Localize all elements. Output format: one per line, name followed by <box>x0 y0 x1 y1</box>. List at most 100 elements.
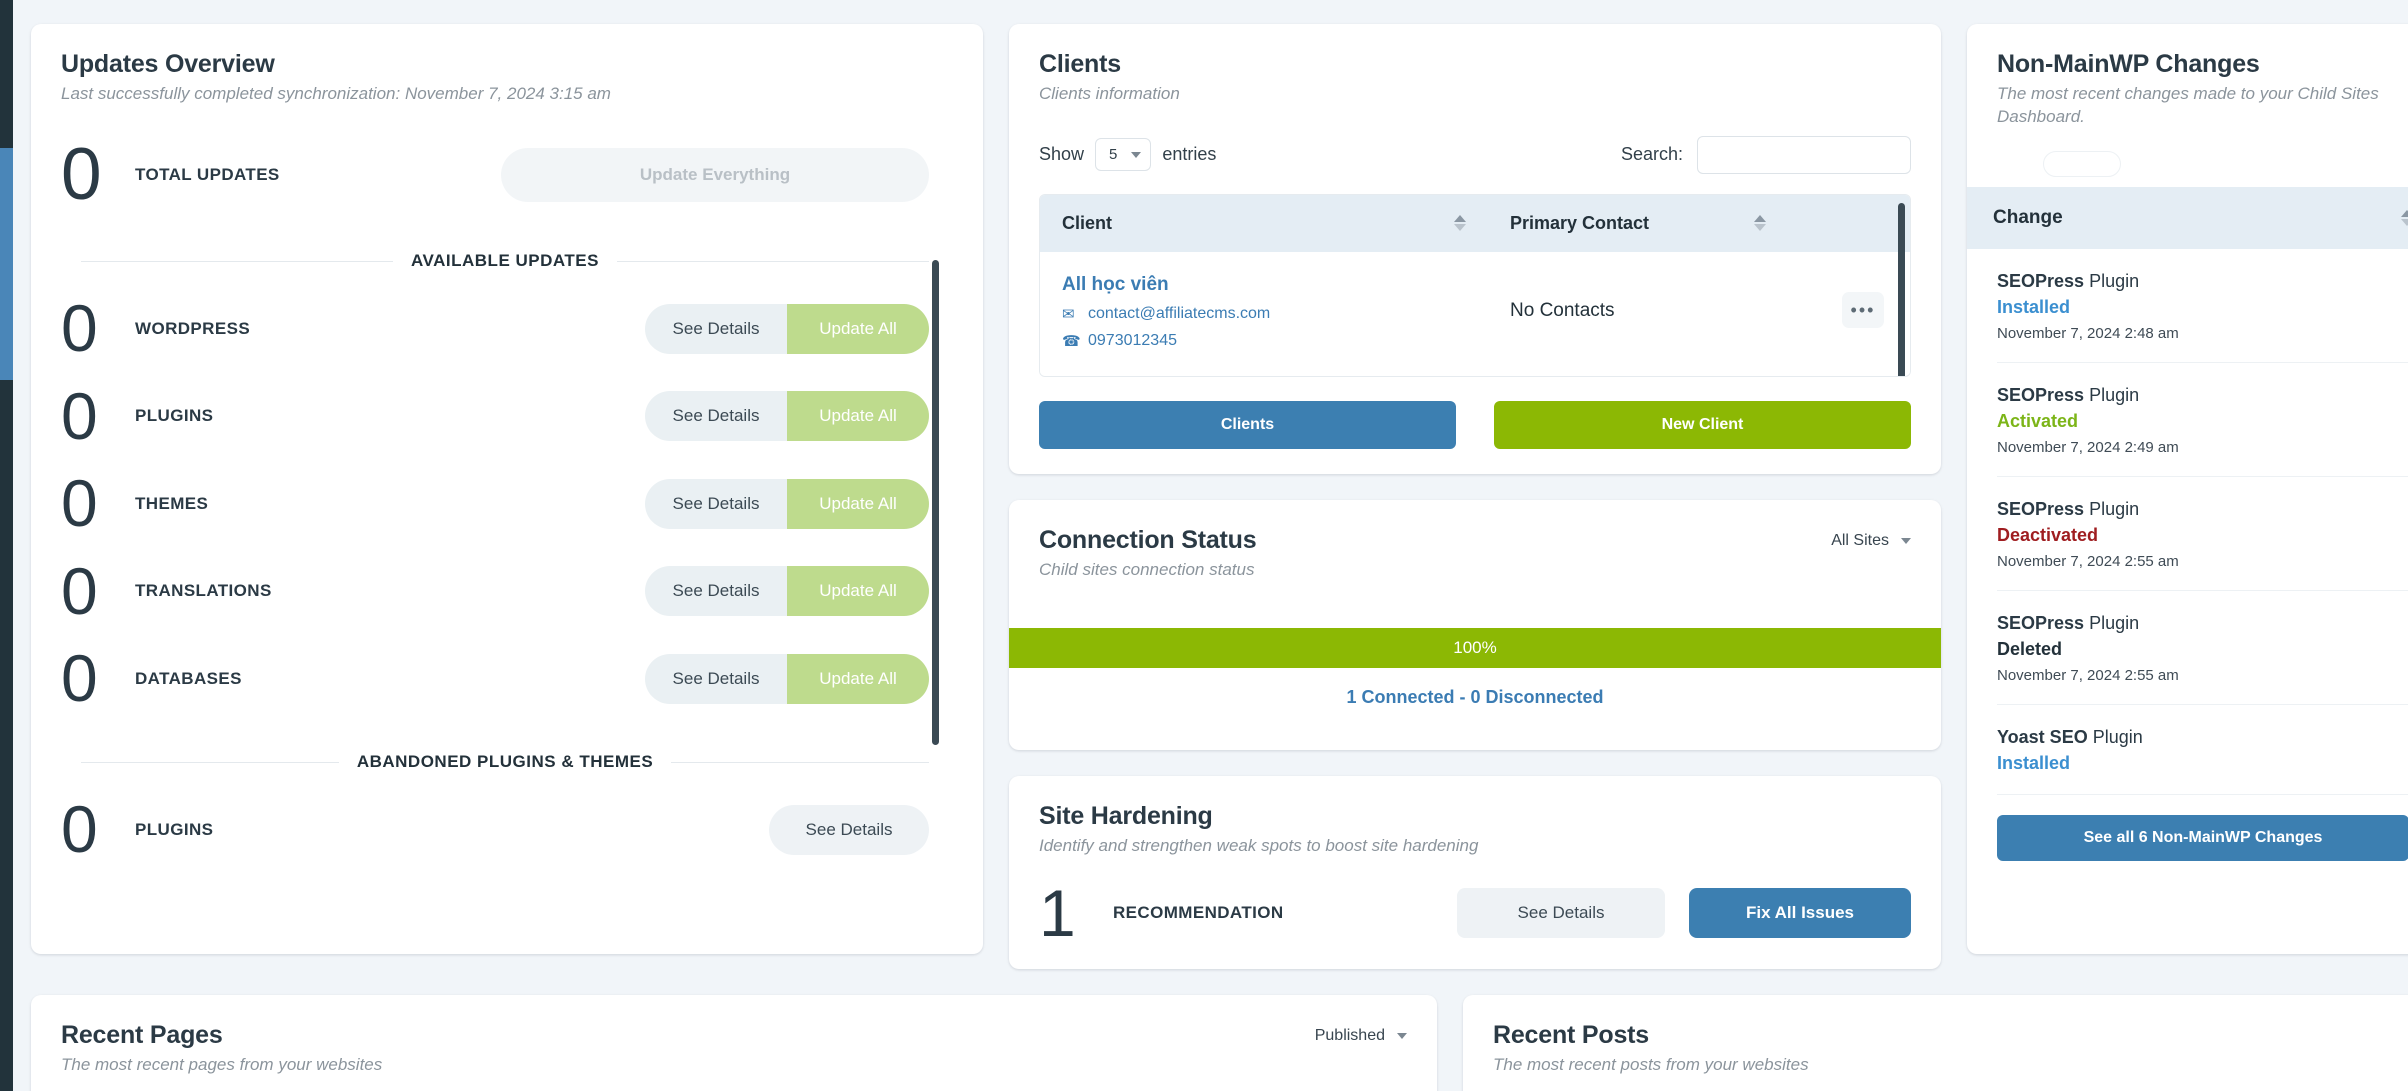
databases-see-details-button[interactable]: See Details <box>645 653 787 704</box>
list-item[interactable]: SEOPress Plugin Deleted November 7, 2024… <box>1997 591 2408 705</box>
non-mainwp-table-header[interactable]: Change <box>1967 186 2408 249</box>
change-date: November 7, 2024 2:55 am <box>1997 552 2179 570</box>
clients-card: Clients Clients information Show 5 entri… <box>1009 24 1941 474</box>
wordpress-count: 0 <box>61 291 98 366</box>
available-updates-divider: AVAILABLE UPDATES <box>81 251 930 271</box>
total-updates-count: 0 <box>61 133 102 215</box>
connection-status-header: Connection Status Child sites connection… <box>1039 526 1911 582</box>
site-hardening-see-details-button[interactable]: See Details <box>1457 888 1665 939</box>
themes-see-details-button[interactable]: See Details <box>645 478 787 529</box>
clients-search: Search: <box>1621 135 1911 174</box>
plugins-see-details-button[interactable]: See Details <box>645 391 787 442</box>
connection-progress-bar: 100% <box>1009 627 1941 668</box>
list-item[interactable]: SEOPress Plugin Deactivated November 7, … <box>1997 477 2408 591</box>
themes-update-all-button[interactable]: Update All <box>787 478 929 529</box>
clients-column-primary-contact[interactable]: Primary Contact <box>1488 195 1788 252</box>
abandoned-plugins-see-details-button[interactable]: See Details <box>769 805 929 856</box>
update-everything-button[interactable]: Update Everything <box>501 147 929 202</box>
list-item[interactable]: SEOPress Plugin Activated November 7, 20… <box>1997 363 2408 477</box>
envelope-icon: ✉ <box>1062 305 1075 323</box>
connected-count[interactable]: 1 Connected <box>1346 687 1454 707</box>
wordpress-see-details-button[interactable]: See Details <box>645 304 787 355</box>
change-plugin-type: Plugin <box>2089 384 2140 405</box>
updates-overview-subtitle: Last successfully completed synchronizat… <box>61 83 611 103</box>
chevron-down-icon <box>1901 538 1911 544</box>
new-client-button[interactable]: New Client <box>1494 400 1911 449</box>
client-cell: All học viên ✉ contact@affiliatecms.com … <box>1040 274 1488 350</box>
column-left: Updates Overview Last successfully compl… <box>31 24 983 954</box>
client-email-line[interactable]: ✉ contact@affiliatecms.com <box>1062 305 1488 323</box>
update-row-plugins: 0 PLUGINS See Details Update All <box>61 383 953 449</box>
recommendation-count: 1 <box>1039 875 1076 950</box>
divider-line-left <box>81 761 339 763</box>
column-right: Non-MainWP Changes The most recent chang… <box>1967 24 2408 954</box>
connection-status-filter[interactable]: All Sites <box>1831 526 1911 550</box>
connection-status-title: Connection Status <box>1039 526 1257 554</box>
non-mainwp-filter-placeholder[interactable] <box>2043 150 2121 177</box>
available-updates-divider-label: AVAILABLE UPDATES <box>411 251 599 271</box>
change-date: November 7, 2024 2:48 am <box>1997 324 2179 342</box>
show-entries-control: Show 5 entries <box>1039 138 1216 172</box>
dashboard-page: Updates Overview Last successfully compl… <box>0 0 2408 1091</box>
row-actions-menu-icon[interactable]: ••• <box>1842 291 1884 328</box>
non-mainwp-changes-card: Non-MainWP Changes The most recent chang… <box>1967 24 2408 954</box>
translations-update-all-button[interactable]: Update All <box>787 566 929 617</box>
status-badge: Deleted <box>1997 638 2063 659</box>
column-middle: Clients Clients information Show 5 entri… <box>1009 24 1941 969</box>
left-nav-active-indicator[interactable] <box>0 148 13 380</box>
change-name-line: Yoast SEO Plugin <box>1997 727 2408 748</box>
clients-table-controls: Show 5 entries Search: <box>1039 135 1911 174</box>
total-updates-row: 0 TOTAL UPDATES Update Everything <box>61 133 953 215</box>
status-badge: Activated <box>1997 410 2079 431</box>
change-plugin-type: Plugin <box>2089 270 2140 291</box>
client-phone-line[interactable]: ☎ 0973012345 <box>1062 332 1488 350</box>
updates-overview-title: Updates Overview <box>61 50 275 78</box>
recent-pages-header: Recent Pages The most recent pages from … <box>61 1021 1407 1077</box>
sort-icon <box>1754 215 1766 232</box>
page-size-select[interactable]: 5 <box>1095 138 1152 172</box>
databases-update-all-button[interactable]: Update All <box>787 653 929 704</box>
clients-search-input[interactable] <box>1697 135 1911 174</box>
change-plugin-type: Plugin <box>2089 498 2140 519</box>
recent-posts-card: Recent Posts The most recent posts from … <box>1463 995 2408 1091</box>
wordpress-update-all-button[interactable]: Update All <box>787 304 929 355</box>
themes-label: THEMES <box>135 493 209 513</box>
change-date: November 7, 2024 2:55 am <box>1997 666 2179 684</box>
list-item[interactable]: SEOPress Plugin Installed November 7, 20… <box>1997 249 2408 363</box>
connection-separator: - <box>1454 686 1471 707</box>
client-name-link[interactable]: All học viên <box>1062 274 1488 296</box>
site-hardening-title: Site Hardening <box>1039 802 1213 830</box>
connection-status-subtitle: Child sites connection status <box>1039 559 1255 579</box>
list-item[interactable]: Yoast SEO Plugin Installed <box>1997 705 2408 795</box>
update-row-themes: 0 THEMES See Details Update All <box>61 470 953 536</box>
translations-see-details-button[interactable]: See Details <box>645 566 787 617</box>
chevron-down-icon <box>1131 151 1142 158</box>
primary-contact-cell: No Contacts <box>1510 299 1615 321</box>
clients-title: Clients <box>1039 50 1121 78</box>
recent-posts-subtitle: The most recent posts from your websites <box>1493 1054 1809 1074</box>
disconnected-count[interactable]: 0 Disconnected <box>1470 687 1603 707</box>
recent-pages-filter[interactable]: Published <box>1315 1021 1407 1045</box>
abandoned-plugins-label: PLUGINS <box>135 820 214 840</box>
recent-pages-subtitle: The most recent pages from your websites <box>61 1054 383 1074</box>
updates-overview-scrollbar[interactable] <box>932 260 939 745</box>
change-name-line: SEOPress Plugin <box>1997 613 2408 634</box>
clients-button[interactable]: Clients <box>1039 400 1456 449</box>
clients-action-buttons: Clients New Client <box>1039 400 1911 449</box>
clients-table-header: Client Primary Contact <box>1040 194 1910 252</box>
clients-table-scrollbar[interactable] <box>1898 202 1905 376</box>
connection-status-filter-label: All Sites <box>1831 532 1889 549</box>
plugins-update-all-button[interactable]: Update All <box>787 391 929 442</box>
fix-all-issues-button[interactable]: Fix All Issues <box>1689 888 1911 939</box>
recommendation-label: RECOMMENDATION <box>1113 903 1284 923</box>
table-row: All học viên ✉ contact@affiliatecms.com … <box>1040 251 1910 376</box>
clients-column-client[interactable]: Client <box>1040 195 1488 252</box>
connection-progress: 100% <box>1009 627 1941 668</box>
non-mainwp-subtitle: The most recent changes made to your Chi… <box>1997 83 2379 126</box>
total-updates-label: TOTAL UPDATES <box>135 164 280 184</box>
sort-icon <box>2401 209 2408 226</box>
see-all-non-mainwp-changes-button[interactable]: See all 6 Non-MainWP Changes <box>1997 814 2408 861</box>
status-badge: Installed <box>1997 296 2071 317</box>
phone-icon: ☎ <box>1062 332 1081 350</box>
abandoned-divider-label: ABANDONED PLUGINS & THEMES <box>356 752 654 772</box>
